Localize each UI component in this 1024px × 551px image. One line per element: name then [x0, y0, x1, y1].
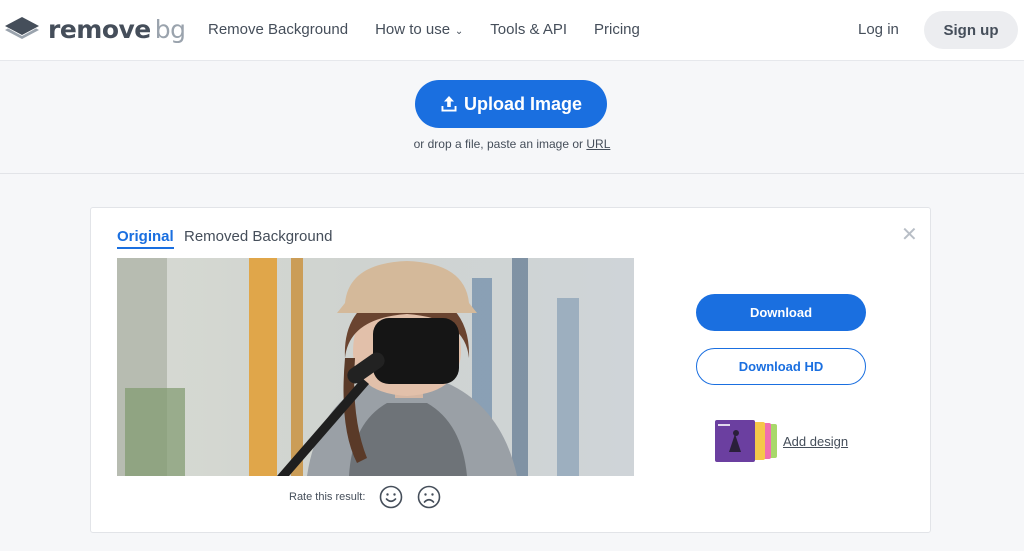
signup-button[interactable]: Sign up [924, 11, 1018, 49]
upload-button-label: Upload Image [463, 93, 583, 114]
happy-face-icon[interactable] [379, 485, 403, 509]
chevron-down-icon: ⌄ [452, 26, 464, 37]
download-hd-button[interactable]: Download HD [696, 348, 866, 385]
layers-logo-icon [5, 17, 39, 39]
login-link[interactable]: Log in [858, 21, 899, 38]
add-design-link[interactable]: Add design [715, 420, 848, 462]
nav-tools-api[interactable]: Tools & API [490, 21, 567, 38]
main-nav: Remove Background How to use ⌄ Tools & A… [208, 21, 667, 38]
top-header: remove bg Remove Background How to use ⌄ … [0, 0, 1024, 61]
rate-label: Rate this result: [289, 491, 366, 503]
rating-row: Rate this result: [289, 485, 441, 509]
close-icon[interactable]: ✕ [901, 222, 918, 247]
result-card: Original Removed Background ✕ Rate this … [90, 207, 931, 533]
nav-pricing[interactable]: Pricing [594, 21, 640, 38]
photo-placeholder [117, 258, 634, 476]
design-thumbnail [715, 420, 777, 462]
drop-hint: or drop a file, paste an image or URL [413, 137, 611, 151]
logo-text: remove bg [48, 14, 186, 44]
sad-face-icon[interactable] [417, 485, 441, 509]
add-design-label: Add design [783, 433, 849, 449]
tab-original[interactable]: Original [117, 228, 174, 249]
url-link[interactable]: URL [586, 137, 610, 151]
download-button[interactable]: Download [696, 294, 866, 331]
logo[interactable]: remove bg [4, 14, 186, 44]
nav-remove-background[interactable]: Remove Background [208, 21, 348, 38]
upload-image-button[interactable]: Upload Image [415, 80, 607, 128]
nav-how-to-use[interactable]: How to use ⌄ [375, 21, 463, 38]
upload-area[interactable]: Upload Image or drop a file, paste an im… [0, 62, 1024, 174]
upload-icon [441, 96, 457, 112]
tab-removed-background[interactable]: Removed Background [184, 228, 332, 245]
result-image [117, 258, 634, 476]
